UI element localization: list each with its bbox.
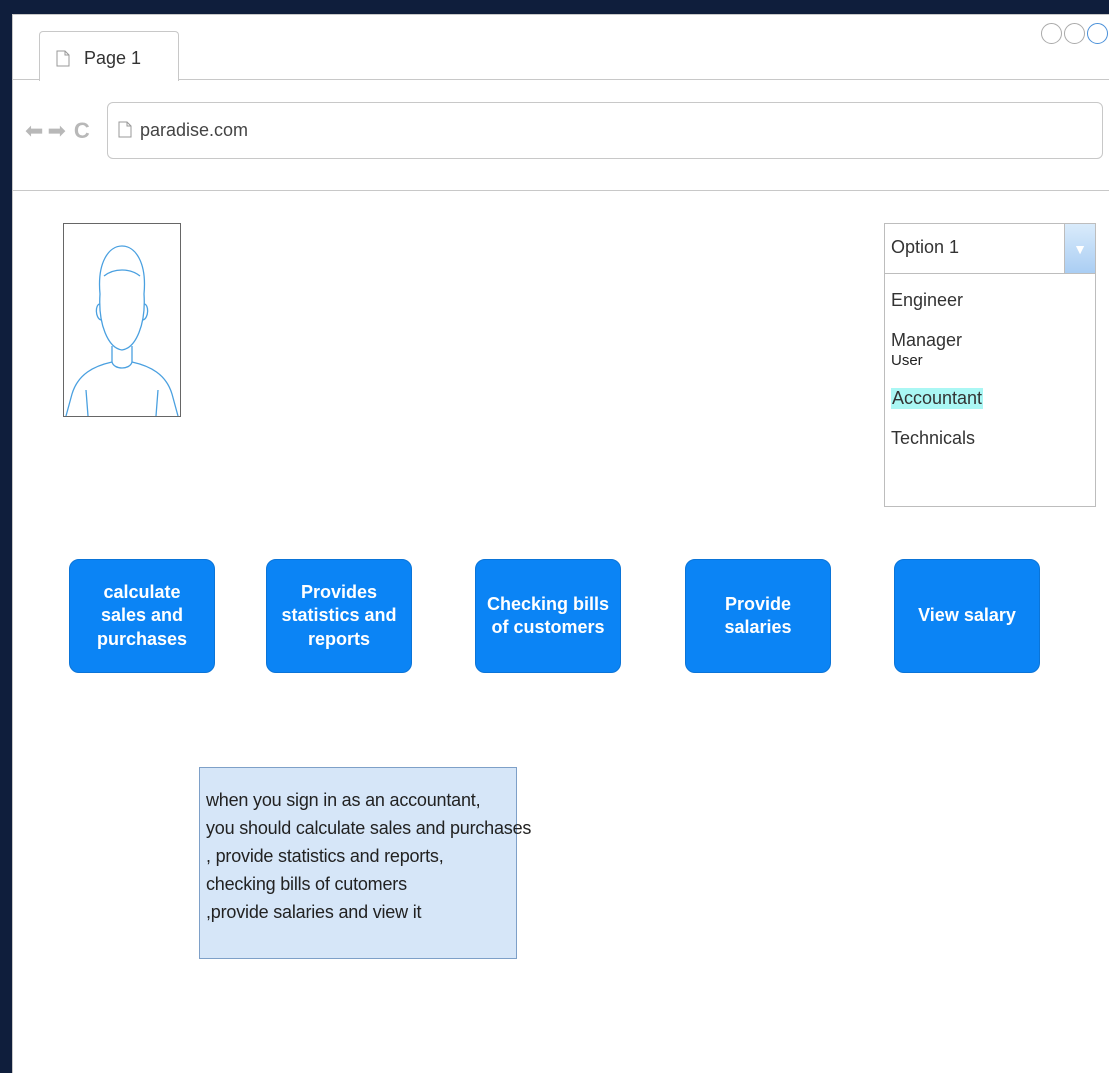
role-options-list: Engineer Manager User Accountant Technic… <box>884 273 1096 507</box>
note-line: ,provide salaries and view it <box>206 902 422 922</box>
description-note: when you sign in as an accountant, you s… <box>199 767 531 959</box>
refresh-icon[interactable]: C <box>74 120 90 142</box>
provide-salaries-button[interactable]: Provide salaries <box>685 559 831 673</box>
tab-page-1[interactable]: Page 1 <box>39 31 179 81</box>
chevron-down-icon[interactable]: ▼ <box>1064 224 1095 274</box>
checking-bills-button[interactable]: Checking bills of customers <box>475 559 621 673</box>
note-line: checking bills of cutomers <box>206 874 407 894</box>
note-line: , provide statistics and reports, <box>206 846 444 866</box>
note-line: when you sign in as an accountant, <box>206 790 481 810</box>
minimize-icon[interactable] <box>1041 23 1062 44</box>
address-bar[interactable]: paradise.com <box>107 102 1103 159</box>
browser-window: Page 1 ⬅ ➡ C paradise.com Option 1 ▼ Eng… <box>12 14 1109 1073</box>
nav-controls: ⬅ ➡ C <box>25 120 90 142</box>
button-label: Provides statistics and reports <box>281 581 397 649</box>
role-select[interactable]: Option 1 ▼ <box>884 223 1096 275</box>
option-user[interactable]: User <box>891 352 923 369</box>
option-technicals[interactable]: Technicals <box>891 428 975 449</box>
page-icon <box>118 121 132 138</box>
button-label: Provide salaries <box>724 593 792 637</box>
page-icon <box>56 50 70 67</box>
calculate-sales-button[interactable]: calculate sales and purchases <box>69 559 215 673</box>
tab-bar: Page 1 <box>13 15 1109 81</box>
view-salary-button[interactable]: View salary <box>894 559 1040 673</box>
back-arrow-icon[interactable]: ⬅ <box>25 120 43 142</box>
window-controls <box>1041 23 1108 44</box>
forward-arrow-icon[interactable]: ➡ <box>47 120 65 142</box>
option-engineer[interactable]: Engineer <box>891 290 963 311</box>
tab-label: Page 1 <box>84 48 142 68</box>
button-label: calculate sales and purchases <box>96 581 188 649</box>
navigation-bar: ⬅ ➡ C paradise.com <box>13 80 1109 191</box>
avatar <box>63 223 181 417</box>
note-line: you should calculate sales and purchases <box>206 818 532 838</box>
url-text: paradise.com <box>140 120 249 140</box>
button-label: View salary <box>918 605 1016 626</box>
maximize-icon[interactable] <box>1064 23 1085 44</box>
button-label: Checking bills of customers <box>486 593 610 637</box>
user-icon <box>65 245 179 417</box>
close-icon[interactable] <box>1087 23 1108 44</box>
option-accountant[interactable]: Accountant <box>891 388 984 409</box>
select-value: Option 1 <box>891 237 960 257</box>
option-manager[interactable]: Manager <box>891 330 962 351</box>
statistics-reports-button[interactable]: Provides statistics and reports <box>266 559 412 673</box>
